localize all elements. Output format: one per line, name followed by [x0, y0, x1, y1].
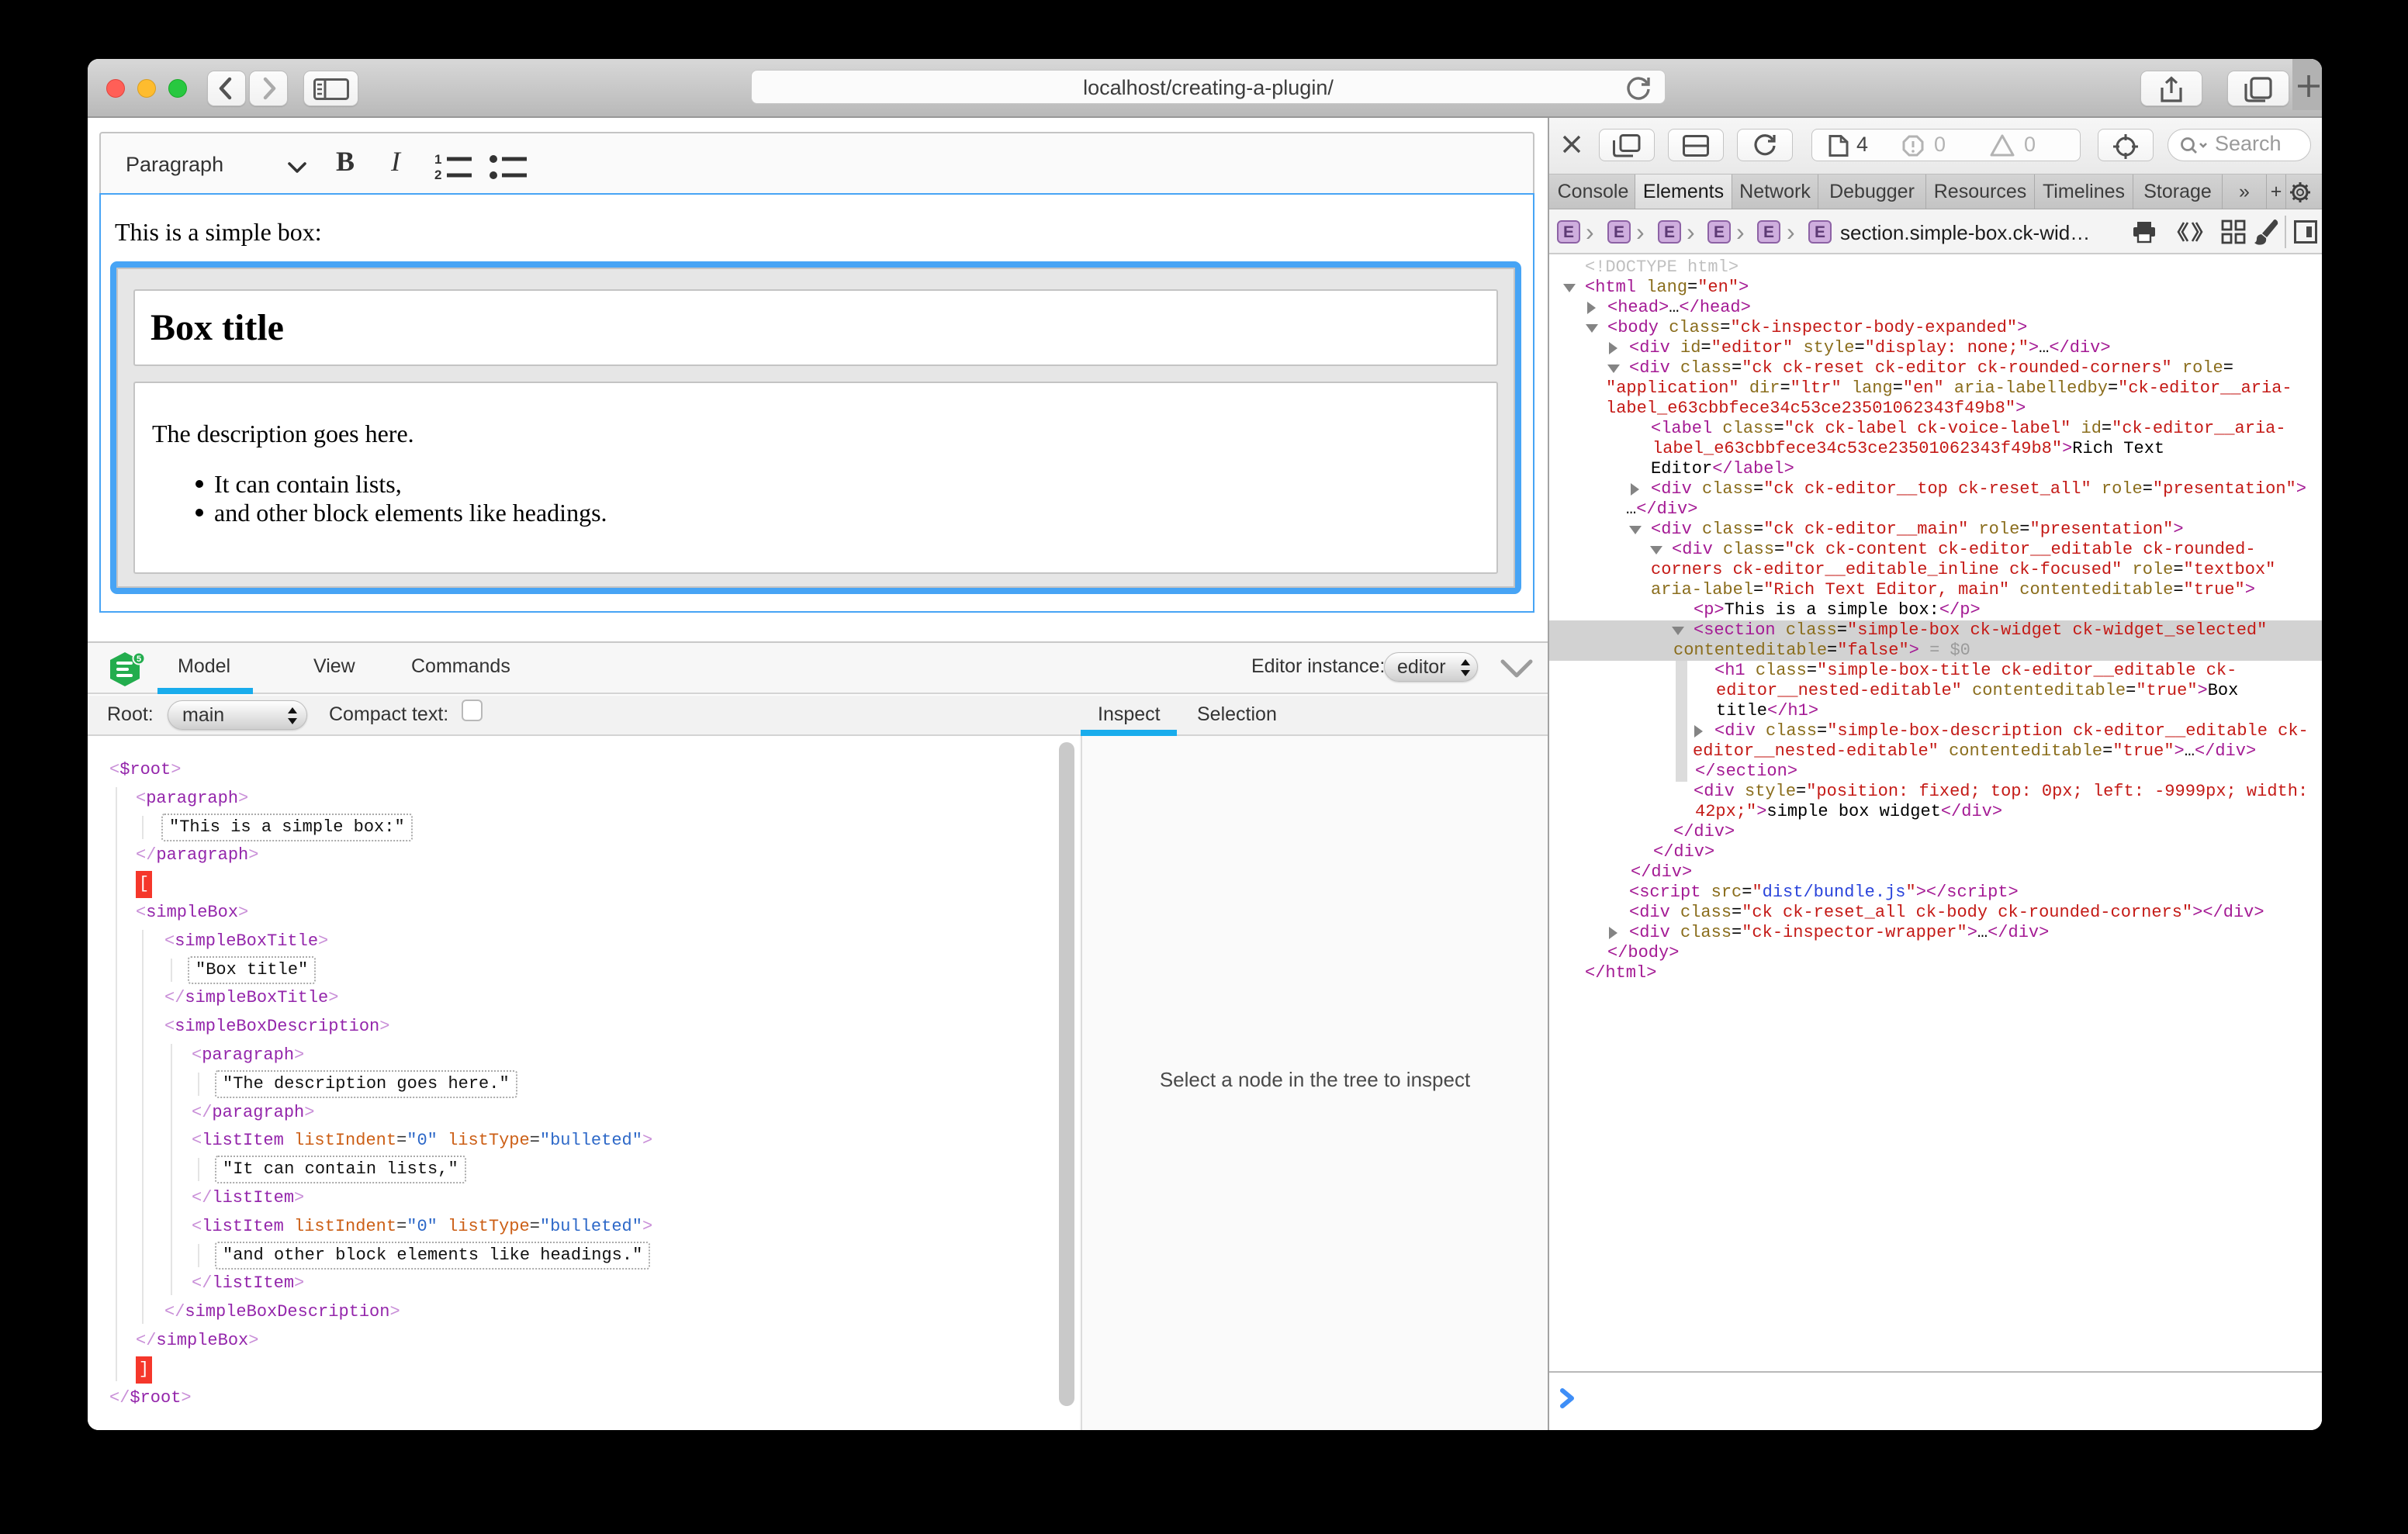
svg-text:1: 1 — [434, 153, 441, 167]
svg-text:2: 2 — [434, 168, 441, 181]
svg-text:5: 5 — [137, 655, 141, 664]
